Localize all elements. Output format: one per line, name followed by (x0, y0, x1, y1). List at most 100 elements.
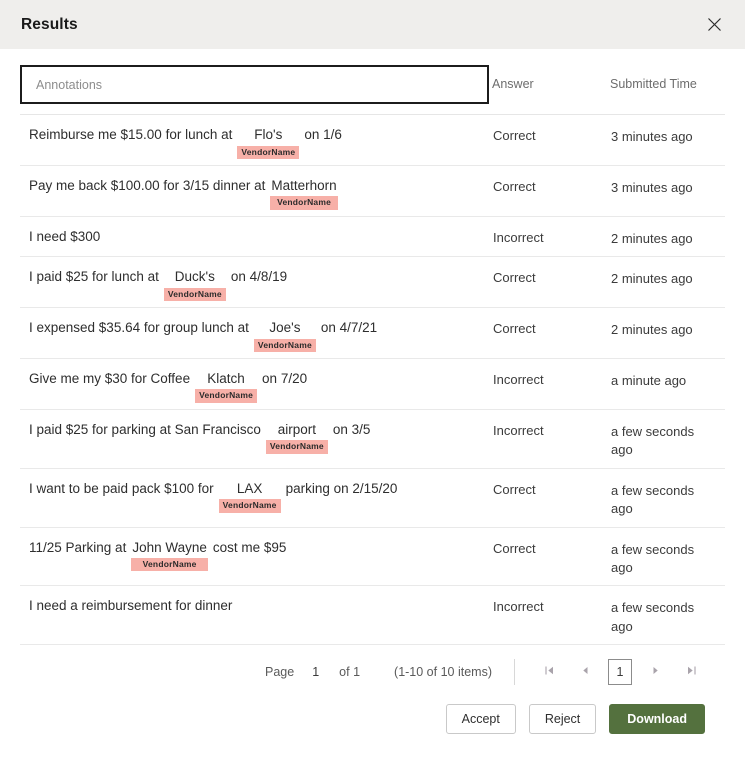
next-page-button[interactable] (641, 659, 669, 685)
annotation-plain-text: on 4/8/19 (230, 269, 288, 285)
cell-answer: Correct (493, 128, 536, 143)
annotation-entity[interactable]: Flo's VendorName (237, 127, 300, 159)
cell-submitted-time: a few seconds ago (611, 423, 695, 458)
close-icon (707, 17, 722, 32)
last-page-button[interactable] (677, 659, 705, 685)
table-body: Reimburse me $15.00 for lunch at Flo's Ven… (20, 115, 725, 646)
entity-tag-label: VendorName (163, 287, 226, 302)
cell-answer: Incorrect (493, 422, 544, 438)
entity-text: LAX (236, 480, 263, 496)
annotation-entity[interactable]: Joe's VendorName (253, 320, 316, 352)
table-row[interactable]: Give me my $30 for Coffee Klatch VendorNam… (20, 359, 725, 410)
table-row[interactable]: I need a reimbursement for dinner Incorre… (20, 586, 725, 646)
annotation-entity[interactable]: Klatch VendorName (195, 371, 258, 403)
cell-answer: Correct (493, 321, 536, 337)
reject-button[interactable]: Reject (528, 704, 597, 735)
annotation-plain-text: 11/25 Parking at (29, 539, 127, 555)
cell-annotation: 11/25 Parking at John Wayne VendorName cost… (20, 528, 490, 578)
annotation-plain-text: cost me $95 (212, 539, 287, 555)
annotation-plain-text: I need $300 (29, 228, 101, 244)
table-row[interactable]: I paid $25 for parking at San Francisco a… (20, 410, 725, 469)
cell-answer: Correct (493, 540, 536, 556)
annotation-plain-text: Pay me back $100.00 for 3/15 dinner at (29, 177, 266, 193)
entity-text: Matterhorn (271, 177, 337, 193)
cell-submitted-time: 2 minutes ago (611, 271, 693, 287)
annotation-plain-text: parking on 2/15/20 (285, 480, 398, 496)
page-title: Results (21, 15, 78, 33)
cell-answer: Incorrect (493, 599, 544, 615)
pagination: Page 1 of 1 (1-10 of 10 items) 1 (20, 645, 725, 686)
cell-annotation: I need $300 (20, 217, 490, 253)
annotation-text: 11/25 Parking at John Wayne VendorName cost… (29, 540, 482, 572)
table-row[interactable]: Pay me back $100.00 for 3/15 dinner at Ma… (20, 166, 725, 217)
annotation-text: I expensed $35.64 for group lunch at Joe'… (29, 320, 482, 352)
annotation-plain-text: Give me my $30 for Coffee (29, 370, 191, 386)
cell-answer: Correct (493, 481, 536, 497)
table-row[interactable]: I need $300 Incorrect 2 minutes ago (20, 217, 725, 258)
table-row[interactable]: 11/25 Parking at John Wayne VendorName cost… (20, 528, 725, 587)
cell-submitted-time: a few seconds ago (611, 482, 695, 517)
annotation-text: I need $300 (29, 229, 482, 245)
previous-page-button[interactable] (571, 659, 599, 685)
table-row[interactable]: I expensed $35.64 for group lunch at Joe'… (20, 308, 725, 359)
cell-answer: Correct (493, 178, 536, 194)
annotation-text: I want to be paid pack $100 for LAX Vendor… (29, 481, 482, 513)
first-page-button[interactable] (535, 659, 563, 685)
previous-page-icon (580, 665, 591, 679)
cell-answer: Correct (493, 270, 536, 286)
annotation-plain-text: on 7/20 (262, 370, 308, 386)
annotation-plain-text: on 3/5 (332, 421, 371, 437)
download-button[interactable]: Download (609, 704, 705, 735)
cell-annotation: Pay me back $100.00 for 3/15 dinner at Ma… (20, 166, 490, 216)
annotation-plain-text: on 1/6 (304, 127, 342, 142)
entity-tag-label: VendorName (265, 440, 328, 454)
cell-submitted-time: a minute ago (611, 372, 687, 388)
cell-answer: Incorrect (493, 371, 544, 387)
annotation-text: Give me my $30 for Coffee Klatch VendorNam… (29, 371, 482, 403)
entity-text: Duck's (174, 269, 215, 285)
pagination-total-pages: of 1 (339, 665, 361, 680)
cell-submitted-time: 2 minutes ago (611, 322, 693, 338)
annotation-entity[interactable]: Matterhorn VendorName (270, 177, 338, 210)
column-annotations (20, 65, 490, 114)
column-header-answer: Answer (492, 77, 534, 91)
accept-button[interactable]: Accept (445, 704, 516, 735)
table-row[interactable]: I want to be paid pack $100 for LAX Vendor… (20, 469, 725, 528)
annotation-text: I need a reimbursement for dinner (29, 598, 482, 614)
annotation-plain-text: on 4/7/21 (320, 320, 378, 336)
table-row[interactable]: I paid $25 for lunch at Duck's VendorName o… (20, 257, 725, 309)
pagination-page-label: Page (265, 665, 295, 680)
entity-text: John Wayne (132, 539, 207, 555)
annotation-entity[interactable]: airport VendorName (265, 421, 328, 454)
entity-text: Joe's (269, 320, 301, 336)
entity-tag-label: VendorName (131, 558, 208, 572)
annotation-entity[interactable]: LAX VendorName (218, 480, 281, 513)
dialog-footer: Accept Reject Download (20, 685, 725, 735)
annotation-plain-text: I paid $25 for parking at San Francisco (29, 421, 261, 437)
entity-text: airport (277, 421, 316, 437)
next-page-icon (650, 665, 661, 679)
annotation-text: I paid $25 for lunch at Duck's VendorName o… (29, 269, 482, 302)
annotation-entity[interactable]: Duck's VendorName (163, 269, 226, 302)
pagination-item-range: (1-10 of 10 items) (394, 665, 492, 680)
first-page-icon (544, 665, 555, 679)
annotation-plain-text: I expensed $35.64 for group lunch at (29, 320, 249, 336)
annotation-text: I paid $25 for parking at San Francisco a… (29, 422, 482, 454)
entity-tag-label: VendorName (253, 338, 316, 352)
entity-tag-label: VendorName (218, 499, 281, 513)
cell-annotation: I paid $25 for lunch at Duck's VendorName o… (20, 257, 490, 307)
cell-annotation: Reimburse me $15.00 for lunch at Flo's Ven… (20, 115, 490, 165)
annotation-entity[interactable]: John Wayne VendorName (131, 540, 208, 572)
results-dialog: Results Answer Submitted Time (0, 0, 745, 763)
entity-text: Flo's (254, 127, 283, 142)
page-number-button[interactable]: 1 (608, 659, 632, 686)
annotations-search-box[interactable] (20, 65, 489, 104)
annotation-text: Pay me back $100.00 for 3/15 dinner at Ma… (29, 178, 482, 210)
column-submitted-time: Submitted Time (606, 65, 725, 105)
annotation-plain-text: I want to be paid pack $100 for (29, 480, 214, 496)
search-input[interactable] (34, 76, 475, 93)
close-button[interactable] (699, 10, 729, 40)
cell-annotation: Give me my $30 for Coffee Klatch VendorNam… (20, 359, 490, 409)
annotation-plain-text: Reimburse me $15.00 for lunch at (29, 127, 233, 142)
table-row[interactable]: Reimburse me $15.00 for lunch at Flo's Ven… (20, 115, 725, 166)
